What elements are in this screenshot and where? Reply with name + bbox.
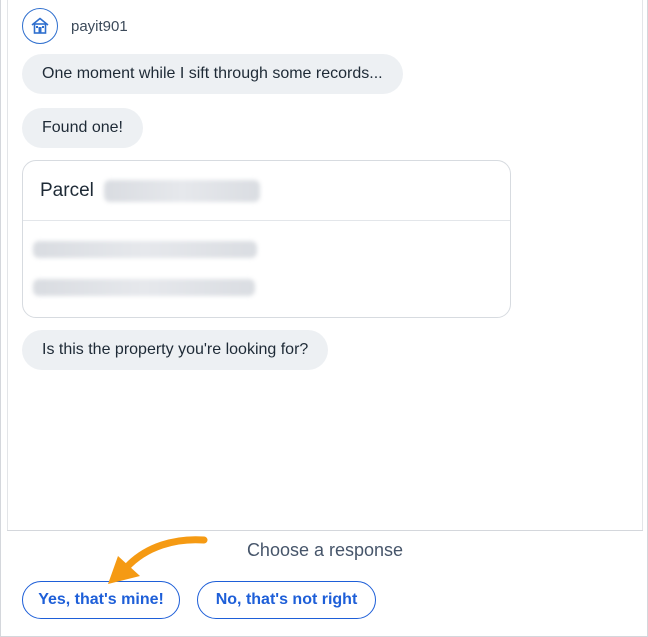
parcel-card[interactable]: Parcel: [22, 160, 511, 318]
bot-header: payit901: [22, 8, 128, 44]
yes-response-button[interactable]: Yes, that's mine!: [22, 581, 180, 619]
bot-message: Found one!: [22, 108, 143, 148]
parcel-card-header: Parcel: [23, 161, 510, 221]
choose-response-prompt: Choose a response: [246, 540, 404, 560]
bot-message: One moment while I sift through some rec…: [22, 54, 403, 94]
bot-message: Is this the property you're looking for?: [22, 330, 329, 370]
house-icon: [31, 17, 49, 34]
chat-window: payit901 One moment while I sift through…: [0, 0, 648, 637]
conversation-area: payit901 One moment while I sift through…: [7, 0, 643, 530]
bot-avatar: [22, 8, 58, 44]
redacted-address-line: [33, 241, 257, 263]
redacted-owner-line: [33, 279, 255, 301]
bot-name: payit901: [71, 17, 128, 35]
redacted-parcel-id: [103, 179, 260, 202]
parcel-card-title: Parcel: [40, 179, 94, 201]
response-footer: Choose a response Yes, that's mine! No, …: [7, 530, 643, 636]
no-response-button[interactable]: No, that's not right: [197, 581, 376, 619]
